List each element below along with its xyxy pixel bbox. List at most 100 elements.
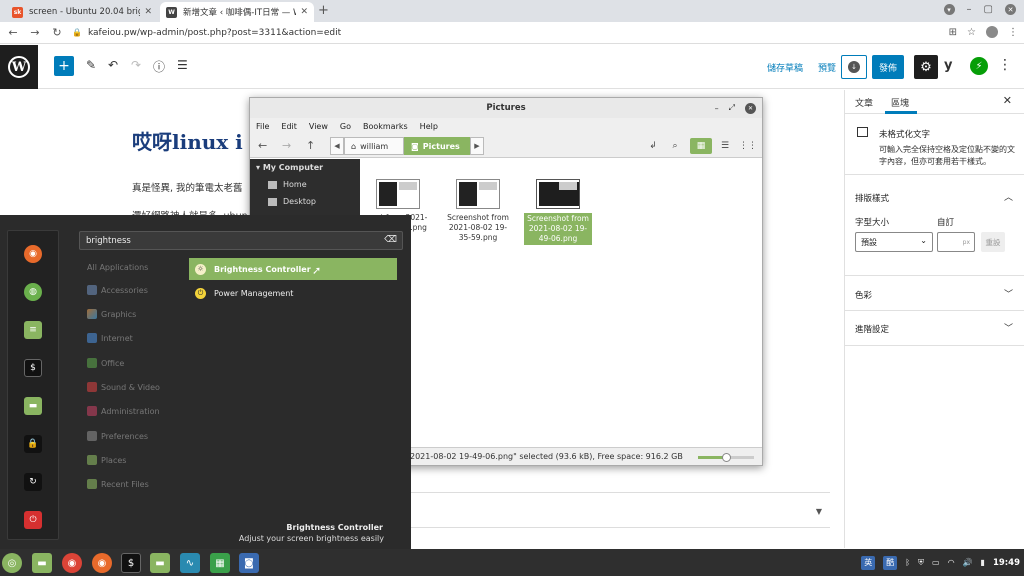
menu-go[interactable]: Go xyxy=(340,122,351,131)
meta-box-panel[interactable]: ▼ xyxy=(396,492,830,528)
list-view-icon[interactable]: ☰ xyxy=(714,138,736,154)
category-accessories[interactable]: Accessories xyxy=(87,285,148,295)
category-graphics[interactable]: Graphics xyxy=(87,309,136,319)
battery-icon[interactable]: ▮ xyxy=(981,558,985,567)
search-input[interactable]: brightness ⌫ xyxy=(79,231,403,250)
system-monitor-icon[interactable]: ∿ xyxy=(180,553,200,573)
back-icon[interactable]: ← xyxy=(4,26,22,39)
download-button[interactable]: ↓ xyxy=(841,55,867,79)
reset-button[interactable]: 重設 xyxy=(981,232,1005,252)
terminal-icon[interactable]: $ xyxy=(121,553,141,573)
firefox-icon[interactable]: ◉ xyxy=(92,553,112,573)
category-office[interactable]: Office xyxy=(87,358,124,368)
close-tab-icon[interactable]: ✕ xyxy=(300,7,308,17)
address-bar[interactable]: 🔒 kafeiou.pw/wp-admin/post.php?post=3311… xyxy=(72,28,341,38)
files-icon[interactable]: ▬ xyxy=(24,397,42,415)
terminal-icon[interactable]: $ xyxy=(24,359,42,377)
crumb-pictures[interactable]: ◙ Pictures xyxy=(404,137,470,155)
show-desktop-icon[interactable]: ▬ xyxy=(32,553,52,573)
more-options-icon[interactable]: ⋮ xyxy=(998,57,1012,73)
minimize-icon[interactable]: – xyxy=(967,4,972,15)
edit-pencil-icon[interactable]: ✎ xyxy=(86,58,96,72)
category-all-applications[interactable]: All Applications xyxy=(87,263,148,272)
redo-icon[interactable]: ↷ xyxy=(131,58,141,72)
clear-search-icon[interactable]: ⌫ xyxy=(384,235,397,245)
advanced-panel[interactable]: 進階設定 ﹀ xyxy=(845,312,1024,346)
reload-icon[interactable]: ↻ xyxy=(48,26,66,39)
browser-tab-screen[interactable]: sk screen - Ubuntu 20.04 brightn ✕ xyxy=(6,2,158,22)
file-view[interactable]: ...ot from 2021-08-02 19-...png Screensh… xyxy=(360,159,762,447)
avatar[interactable] xyxy=(986,26,998,38)
minimize-icon[interactable]: – xyxy=(715,104,719,113)
input-method-english[interactable]: 英 xyxy=(861,555,876,570)
power-icon[interactable]: ⏻ xyxy=(24,511,42,529)
file-item-selected[interactable]: Screenshot from 2021-08-02 19-49-06.png xyxy=(524,179,592,245)
browser-tab-wordpress[interactable]: W 新增文章 ‹ 咖啡偶-IT日常 — W ✕ xyxy=(160,2,314,22)
logout-icon[interactable]: ↻ xyxy=(24,473,42,491)
settings-gear-icon[interactable]: ⚙ xyxy=(914,55,938,79)
crumb-william[interactable]: ⌂ william xyxy=(344,137,404,155)
typography-title[interactable]: 排版樣式 xyxy=(855,192,889,204)
post-title[interactable]: 哎呀linux i xyxy=(132,126,243,155)
firefox-icon[interactable]: ◉ xyxy=(24,245,42,263)
browser-menu-icon[interactable]: ⋮ xyxy=(1008,27,1018,38)
bookmark-star-icon[interactable]: ☆ xyxy=(967,27,976,38)
menu-file[interactable]: File xyxy=(256,122,269,131)
wordpress-logo[interactable]: W xyxy=(0,45,38,89)
software-manager-icon[interactable]: ◍ xyxy=(24,283,42,301)
chrome-icon[interactable]: ◉ xyxy=(62,553,82,573)
menu-view[interactable]: View xyxy=(309,122,328,131)
save-draft-button[interactable]: 儲存草稿 xyxy=(767,61,803,74)
paragraph-block[interactable]: 真是怪異, 我的筆電太老舊 xyxy=(132,180,243,194)
tab-document[interactable]: 文章 xyxy=(855,96,873,109)
sidebar-item-desktop[interactable]: Desktop xyxy=(268,197,316,206)
preview-button[interactable]: 預覽 xyxy=(818,61,836,74)
back-icon[interactable]: ← xyxy=(258,139,267,152)
close-window-icon[interactable]: ✕ xyxy=(745,102,756,114)
volume-icon[interactable]: 🔊 xyxy=(963,558,973,567)
forward-icon[interactable]: → xyxy=(26,26,44,39)
shield-icon[interactable]: ⛨ xyxy=(918,558,924,568)
sidebar-header[interactable]: ▾ My Computer xyxy=(256,163,323,172)
font-size-select[interactable]: 預設 ⌄ xyxy=(855,232,933,252)
window-menu-icon[interactable]: ▾ xyxy=(943,4,955,15)
result-power-management[interactable]: ⏻ Power Management xyxy=(189,282,397,304)
screenshot-icon[interactable]: ◙ xyxy=(239,553,259,573)
settings-icon[interactable]: ≡ xyxy=(24,321,42,339)
zoom-slider[interactable] xyxy=(698,453,754,462)
yoast-icon[interactable]: y xyxy=(944,58,952,73)
category-internet[interactable]: Internet xyxy=(87,333,133,343)
file-item[interactable]: Screenshot from 2021-08-02 19-35-59.png xyxy=(444,179,512,243)
sidebar-item-home[interactable]: Home xyxy=(268,180,307,189)
menu-help[interactable]: Help xyxy=(420,122,438,131)
clock[interactable]: 19:49 xyxy=(993,558,1020,568)
menu-bookmarks[interactable]: Bookmarks xyxy=(363,122,408,131)
close-sidebar-icon[interactable]: ✕ xyxy=(1003,94,1012,107)
list-view-icon[interactable]: ☰ xyxy=(177,58,188,72)
spreadsheet-icon[interactable]: ▦ xyxy=(210,553,230,573)
result-brightness-controller[interactable]: ☼ Brightness Controller xyxy=(189,258,397,280)
wifi-icon[interactable]: ◠ xyxy=(948,558,955,567)
custom-size-input[interactable]: px xyxy=(937,232,975,252)
add-block-button[interactable]: + xyxy=(54,56,74,76)
tab-block[interactable]: 區塊 xyxy=(891,96,909,109)
color-panel[interactable]: 色彩 ﹀ xyxy=(845,277,1024,311)
up-icon[interactable]: ↑ xyxy=(306,139,315,152)
zoom-handle[interactable] xyxy=(722,453,731,462)
crumb-left-icon[interactable]: ◀ xyxy=(330,137,344,155)
new-tab-icon[interactable]: + xyxy=(318,3,329,18)
icon-view-icon[interactable]: ▦ xyxy=(690,138,712,154)
category-recent-files[interactable]: Recent Files xyxy=(87,479,149,489)
category-preferences[interactable]: Preferences xyxy=(87,431,148,441)
search-icon[interactable]: ⌕ xyxy=(664,138,686,154)
info-icon[interactable]: ⓘ xyxy=(153,58,165,75)
category-places[interactable]: Places xyxy=(87,455,126,465)
close-tab-icon[interactable]: ✕ xyxy=(144,7,152,17)
undo-icon[interactable]: ↶ xyxy=(108,58,118,72)
input-method-chewing[interactable]: 酷 xyxy=(883,555,898,570)
translate-icon[interactable]: ⊞ xyxy=(949,27,957,38)
publish-button[interactable]: 發佈 xyxy=(872,55,904,79)
caret-down-icon[interactable]: ▼ xyxy=(816,507,822,516)
close-window-icon[interactable]: ✕ xyxy=(1005,4,1016,15)
maximize-icon[interactable]: ▢ xyxy=(984,4,993,15)
